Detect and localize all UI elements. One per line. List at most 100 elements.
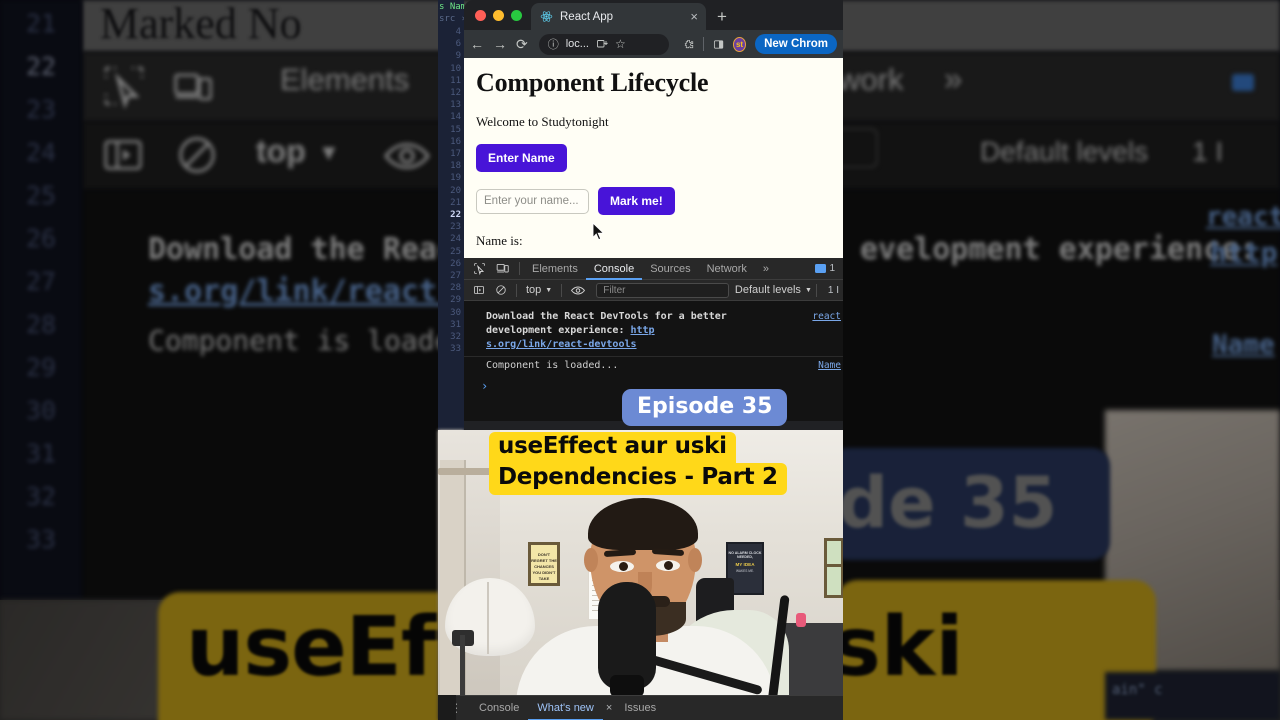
line-number: 30: [450, 307, 461, 318]
tab-elements[interactable]: Elements: [524, 258, 586, 280]
poster-line-1: NO ALARM CLOCK NEEDED,: [728, 551, 762, 559]
console-message-source[interactable]: react: [806, 310, 841, 324]
bg-default-levels: Default levels: [980, 136, 1149, 167]
editor-strip-breadcrumb: src ›: [439, 14, 464, 24]
bg-tab-elements: Elements: [280, 62, 410, 97]
drawer-tab-close-icon[interactable]: ×: [603, 702, 615, 714]
editor-strip-line-numbers: 4 6 9 10 11 12 13 14 15 16 17 18 19 20 2…: [438, 26, 464, 355]
name-input[interactable]: [476, 188, 589, 214]
clear-console-icon[interactable]: [490, 284, 512, 296]
devtools-tab-bar: Elements Console Sources Network » 1: [464, 258, 843, 280]
bookmark-star-icon[interactable]: ☆: [615, 37, 626, 51]
caption-line-1: useEffect aur uski: [489, 432, 736, 464]
console-filter-input[interactable]: Filter: [596, 282, 729, 298]
forward-icon[interactable]: →: [493, 37, 507, 51]
more-tabs-chevron-icon[interactable]: »: [755, 258, 777, 280]
new-tab-button[interactable]: +: [706, 3, 738, 30]
tab-network[interactable]: Network: [699, 258, 755, 280]
message-count: 1: [829, 263, 835, 274]
window-controls[interactable]: [472, 0, 531, 30]
close-tab-icon[interactable]: ×: [690, 9, 698, 24]
drawer-tab-issues[interactable]: Issues: [615, 696, 665, 720]
console-sidebar-icon[interactable]: [468, 284, 490, 296]
line-number: 27: [450, 271, 461, 282]
screenshot-stage: Marked No Elements work » top ▼ Default …: [0, 0, 1280, 720]
address-bar[interactable]: ⓘ loc... ☆: [538, 33, 669, 55]
line-number: 23: [450, 222, 461, 233]
console-log-source[interactable]: Name: [812, 359, 841, 373]
inspect-element-icon[interactable]: [468, 262, 491, 275]
web-page-content: Component Lifecycle Welcome to Studytoni…: [464, 58, 843, 258]
video-caption: useEffect aur uski Dependencies - Part 2: [489, 432, 787, 495]
bg-line-number: 27: [25, 267, 57, 296]
console-warning-link[interactable]: http: [631, 325, 655, 336]
tab-console[interactable]: Console: [586, 258, 642, 280]
wall-frame-quote-text: DON'T REGRET THE CHANCES YOU DIDN'T TAKE: [531, 552, 557, 581]
chevron-down-icon: ▼: [804, 286, 812, 294]
log-levels-selector[interactable]: Default levels ▼: [735, 284, 812, 296]
console-warning-link-2[interactable]: s.org/link/react-devtools: [486, 339, 637, 350]
drawer-left-edge: [438, 695, 456, 720]
mark-me-button[interactable]: Mark me!: [598, 187, 675, 215]
tab-sources[interactable]: Sources: [642, 258, 698, 280]
profile-avatar[interactable]: st: [732, 36, 747, 52]
line-number: 6: [455, 39, 461, 50]
line-number: 14: [450, 112, 461, 123]
enter-name-row: Enter Name: [476, 144, 831, 172]
bg-line-number: 33: [25, 525, 57, 554]
line-number: 28: [450, 283, 461, 294]
new-chrome-cta-button[interactable]: New Chrom: [755, 34, 838, 54]
toolbar-divider: [561, 283, 563, 297]
minimize-window-icon[interactable]: [493, 9, 504, 21]
bg-console-source-top: react: [1206, 202, 1280, 232]
console-message-log: Component is loaded... Name: [464, 357, 843, 375]
bg-caption-text-left: useEff: [186, 600, 471, 695]
browser-tab[interactable]: React App ×: [531, 3, 706, 30]
bg-line-number: 29: [25, 353, 57, 382]
log-levels-value: Default levels: [734, 284, 801, 296]
bg-console-line-1: Download the React: [148, 232, 474, 267]
install-app-icon[interactable]: [596, 38, 608, 50]
bg-episode-badge-text: de 35: [838, 462, 1058, 544]
bg-context-selector: top: [256, 133, 306, 169]
line-number: 22: [450, 210, 461, 221]
person-ear-right: [688, 548, 702, 572]
execution-context-selector[interactable]: top ▼: [521, 284, 557, 296]
bg-clear-console-icon: [179, 137, 215, 173]
wall-frame-3: [824, 564, 843, 598]
devtools-drawer: ⋮ Console What's new × Issues: [438, 695, 843, 720]
device-toolbar-icon[interactable]: [491, 262, 515, 275]
site-info-icon[interactable]: ⓘ: [548, 36, 559, 52]
line-number: 32: [450, 332, 461, 343]
bg-device-toolbar-icon: [174, 73, 212, 101]
console-toolbar: top ▼ Filter Default levels ▼ 1 I: [464, 280, 843, 301]
name-is-label: Name is:: [476, 233, 523, 248]
bg-line-number: 28: [25, 310, 57, 339]
extensions-puzzle-icon[interactable]: [683, 38, 694, 51]
bg-console-source-name: Name: [1212, 330, 1275, 360]
wall-frame-quote: DON'T REGRET THE CHANCES YOU DIDN'T TAKE: [528, 542, 560, 586]
back-icon[interactable]: ←: [470, 37, 484, 51]
console-message-warning: Download the React DevTools for a better…: [464, 308, 843, 357]
bg-line-number: 32: [25, 482, 57, 511]
toolbar-divider: [815, 283, 817, 297]
drawer-tab-console[interactable]: Console: [470, 696, 528, 720]
maximize-window-icon[interactable]: [511, 9, 522, 21]
live-expression-eye-icon[interactable]: [566, 285, 590, 296]
line-number: 16: [450, 136, 461, 147]
bg-tab-network: work: [838, 62, 904, 97]
console-warning-text: Download the React DevTools for a better…: [486, 311, 727, 336]
reload-icon[interactable]: ⟳: [516, 37, 528, 51]
bg-line-number: 23: [25, 95, 57, 124]
line-number: 31: [450, 319, 461, 330]
microphone-mount: [610, 675, 644, 695]
line-number: 15: [450, 124, 461, 135]
side-panel-icon[interactable]: [713, 38, 724, 51]
drawer-tab-whats-new[interactable]: What's new: [528, 696, 603, 720]
bg-context-caret-icon: ▼: [318, 140, 340, 165]
browser-window: React App × + ← → ⟳ ⓘ loc... ☆ st New Ch…: [464, 0, 843, 430]
close-window-icon[interactable]: [475, 9, 486, 21]
address-bar-url: loc...: [565, 38, 589, 50]
line-number: 11: [450, 75, 461, 86]
enter-name-button[interactable]: Enter Name: [476, 144, 567, 172]
